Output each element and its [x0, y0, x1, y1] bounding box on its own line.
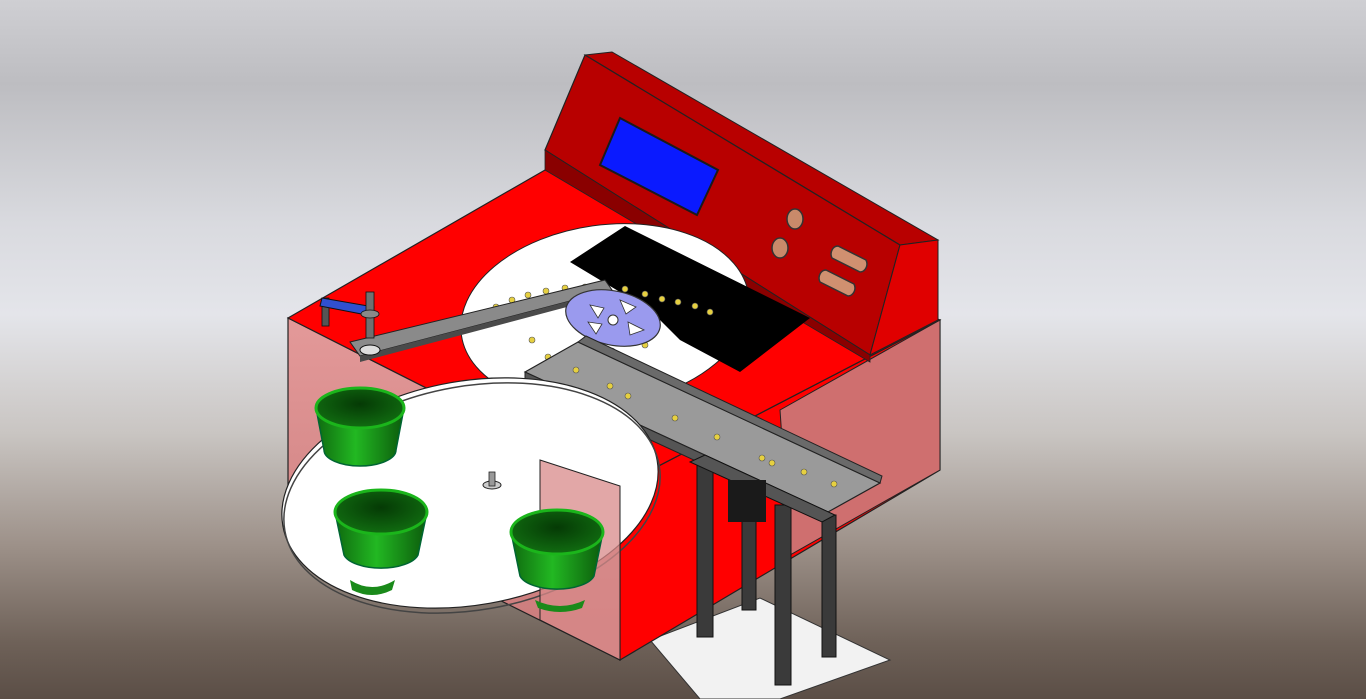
cup-icon	[509, 508, 605, 590]
knob-icon	[771, 237, 789, 259]
cup-icon	[333, 488, 429, 569]
cad-viewport	[0, 0, 1366, 699]
knob-icon	[786, 208, 804, 230]
machine-render	[281, 51, 942, 699]
cup-icon	[314, 386, 406, 467]
